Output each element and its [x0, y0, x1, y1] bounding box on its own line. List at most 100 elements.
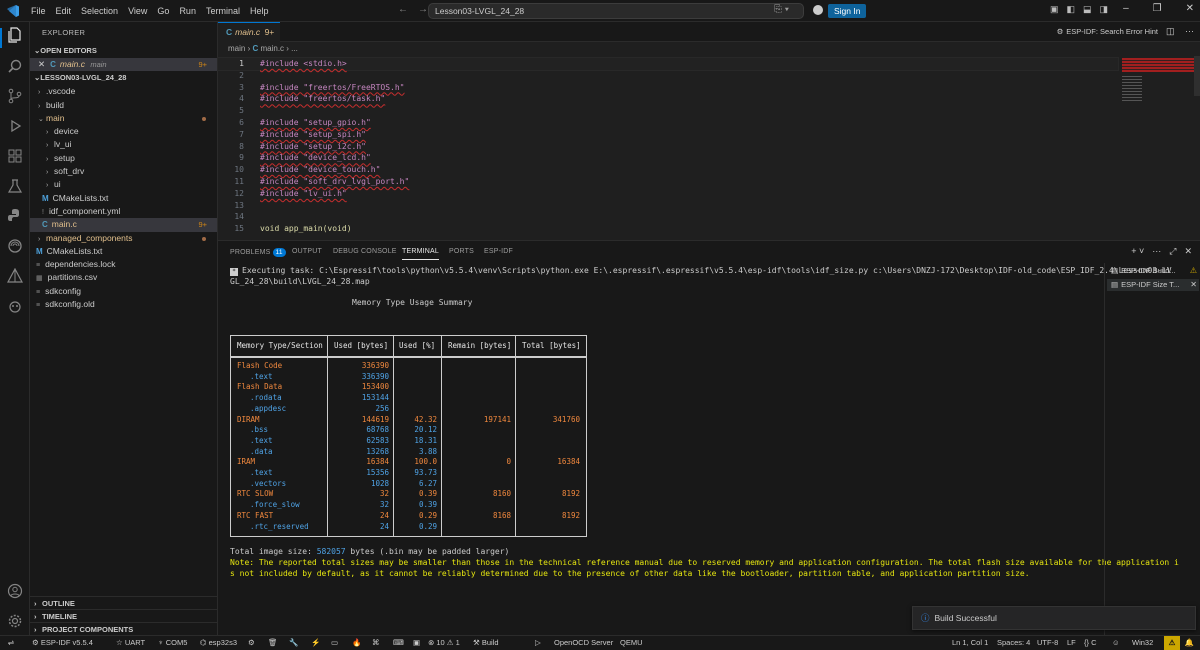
layout-customize-icon[interactable]: ▣ — [1050, 4, 1059, 15]
menu-file[interactable]: File — [26, 0, 51, 22]
maximize-panel-icon[interactable]: ⤢ — [1169, 246, 1176, 257]
split-editor-icon[interactable]: ◫ — [1166, 26, 1175, 36]
restore-icon[interactable]: ❐ — [1153, 3, 1162, 14]
code-line[interactable]: 4 #include "freertos/task.h" — [218, 93, 1118, 105]
code-line[interactable]: 3 #include "freertos/FreeRTOS.h" — [218, 82, 1118, 94]
extensions-icon[interactable] — [6, 148, 24, 166]
menu-terminal[interactable]: Terminal — [201, 0, 245, 22]
qemu[interactable]: QEMU — [620, 638, 643, 647]
file-encoding[interactable]: UTF-8 — [1037, 638, 1058, 647]
back-arrow-icon[interactable]: ← — [398, 4, 408, 15]
code-line[interactable]: 13 — [218, 200, 1118, 212]
code-line[interactable]: 12 #include "lv_ui.h" — [218, 188, 1118, 200]
menu-edit[interactable]: Edit — [51, 0, 77, 22]
close-window-icon[interactable]: ✕ — [1186, 3, 1194, 14]
flash-lightning-icon[interactable]: ⚡ — [311, 638, 320, 647]
terminal-output[interactable]: * Executing task: C:\Espressif\tools\pyth… — [218, 263, 1179, 636]
monitor-screen-icon[interactable]: ▭ — [331, 638, 338, 647]
settings-gear-icon[interactable] — [6, 613, 24, 631]
minimap[interactable] — [1120, 56, 1200, 238]
tab-problems[interactable]: PROBLEMS 11 — [230, 248, 286, 257]
sign-in-button[interactable]: Sign In — [828, 4, 867, 18]
editor-scrollbar[interactable] — [1194, 56, 1200, 96]
code-line[interactable]: 15 void app_main(void) — [218, 223, 1118, 235]
tree-item-sdkconfig-old[interactable]: ≡ sdkconfig.old — [30, 298, 217, 311]
more-actions-icon[interactable]: ··· — [1152, 246, 1161, 257]
flash-method[interactable]: ☆ UART — [116, 638, 145, 647]
code-editor[interactable]: 1 #include <stdio.h> 2 3 #include "freertos/… — [217, 56, 1119, 238]
remote-window-icon[interactable]: ⇌ — [0, 636, 22, 650]
tab-output[interactable]: OUTPUT — [292, 248, 322, 255]
timeline-section[interactable]: › TIMELINE — [30, 609, 218, 622]
terminal-item-build[interactable]: ▤ ESP-IDF Build... ⚠ — [1107, 265, 1199, 277]
close-terminal-icon[interactable]: ✕ — [1190, 279, 1197, 291]
tree-item-build[interactable]: › build — [30, 99, 217, 112]
platform[interactable]: Win32 — [1132, 638, 1153, 647]
menu-view[interactable]: View — [123, 0, 152, 22]
code-line[interactable]: 14 — [218, 211, 1118, 223]
tree-item-dependencies-lock[interactable]: ≡ dependencies.lock — [30, 258, 217, 271]
tree-item-main[interactable]: ⌄ main — [30, 112, 217, 125]
tree-item-device[interactable]: › device — [30, 125, 217, 138]
minimize-icon[interactable]: – — [1123, 3, 1129, 14]
indentation[interactable]: Spaces: 4 — [997, 638, 1030, 647]
tab-ports[interactable]: PORTS — [449, 248, 474, 255]
menu-run[interactable]: Run — [174, 0, 201, 22]
openocd-server[interactable]: OpenOCD Server — [554, 638, 613, 647]
copilot-status-icon[interactable]: ☺ — [1112, 638, 1120, 647]
testing-flask-icon[interactable] — [6, 178, 24, 196]
code-line[interactable]: 9 #include "device_lcd.h" — [218, 152, 1118, 164]
project-components-section[interactable]: › PROJECT COMPONENTS — [30, 622, 218, 635]
tree-item-idf-component[interactable]: ! idf_component.yml — [30, 205, 217, 218]
terminal-item-size[interactable]: ▤ ESP-IDF Size T... ✕ — [1107, 279, 1199, 291]
cmake-icon[interactable] — [6, 267, 24, 286]
code-line[interactable]: 10 #include "device_touch.h" — [218, 164, 1118, 176]
code-line[interactable]: 1 #include <stdio.h> — [217, 57, 1119, 71]
breadcrumb-folder[interactable]: main — [228, 44, 245, 53]
menu-go[interactable]: Go — [152, 0, 174, 22]
source-control-icon[interactable] — [6, 88, 24, 106]
copilot-icon[interactable]: ⎘ ▾ — [774, 4, 789, 15]
sdk-icon[interactable]: ⌨ — [393, 638, 404, 647]
code-line[interactable]: 2 — [218, 70, 1118, 82]
notifications-warning-icon[interactable]: ⚠ — [1164, 636, 1180, 650]
outline-section[interactable]: › OUTLINE — [30, 596, 218, 609]
esp-idf-search-error-hint[interactable]: ⚙ ESP-IDF: Search Error Hint — [1057, 27, 1158, 36]
search-icon[interactable] — [6, 58, 24, 76]
menuconfig-gear-icon[interactable]: ⚙ — [248, 638, 255, 647]
tree-item-partitions-csv[interactable]: ▦ partitions.csv — [30, 271, 217, 284]
accounts-icon[interactable] — [6, 583, 24, 601]
tab-esp-idf[interactable]: ESP-IDF — [484, 248, 513, 255]
problems-indicator[interactable]: ⊗ 10 ⚠ 1 — [428, 638, 460, 647]
esp-idf-version[interactable]: ⚙ ESP-IDF v5.5.4 — [32, 638, 93, 647]
close-panel-icon[interactable]: ✕ — [1184, 246, 1192, 257]
terminal-icon[interactable]: ▣ — [413, 638, 420, 647]
serial-port[interactable]: ♆ COM5 — [158, 638, 187, 647]
more-actions-icon[interactable]: ··· — [1185, 26, 1194, 36]
explorer-icon[interactable] — [6, 27, 24, 45]
python-icon[interactable] — [6, 208, 24, 226]
cursor-position[interactable]: Ln 1, Col 1 — [952, 638, 988, 647]
tab-terminal[interactable]: TERMINAL — [402, 248, 439, 260]
bell-icon[interactable]: 🔔 — [1185, 638, 1194, 647]
debug-icon[interactable]: ⌘ — [372, 638, 380, 647]
new-terminal-plus-icon[interactable]: + ˅ — [1131, 246, 1144, 257]
tree-item-root-cmakelists[interactable]: M CMakeLists.txt — [30, 245, 217, 258]
forward-arrow-icon[interactable]: → — [418, 4, 428, 15]
tree-item-managed-components[interactable]: › managed_components — [30, 232, 217, 245]
tree-item-vscode[interactable]: › .vscode — [30, 85, 217, 98]
notification-toast[interactable]: ⓘ Build Successful — [912, 606, 1196, 630]
end-of-line[interactable]: LF — [1067, 638, 1076, 647]
target-chip[interactable]: ⌬ esp32s3 — [200, 638, 237, 647]
esp-idf-icon[interactable] — [6, 238, 24, 256]
code-line[interactable]: 8 #include "setup_i2c.h" — [218, 141, 1118, 153]
breadcrumb-file[interactable]: main.c — [260, 44, 284, 53]
toggle-secondary-sidebar-icon[interactable]: ◨ — [1100, 4, 1109, 15]
command-center-search[interactable]: Lesson03-LVGL_24_28 — [428, 3, 804, 19]
toggle-panel-icon[interactable]: ⬓ — [1083, 4, 1092, 15]
clean-trash-icon[interactable]: 🗑 — [268, 638, 278, 647]
tree-item-ui[interactable]: › ui — [30, 178, 217, 191]
tree-item-main-c[interactable]: Cmain.c 9+ — [30, 218, 217, 232]
account-icon[interactable] — [813, 5, 823, 15]
build-flash-monitor-flame-icon[interactable]: 🔥 — [352, 638, 361, 647]
